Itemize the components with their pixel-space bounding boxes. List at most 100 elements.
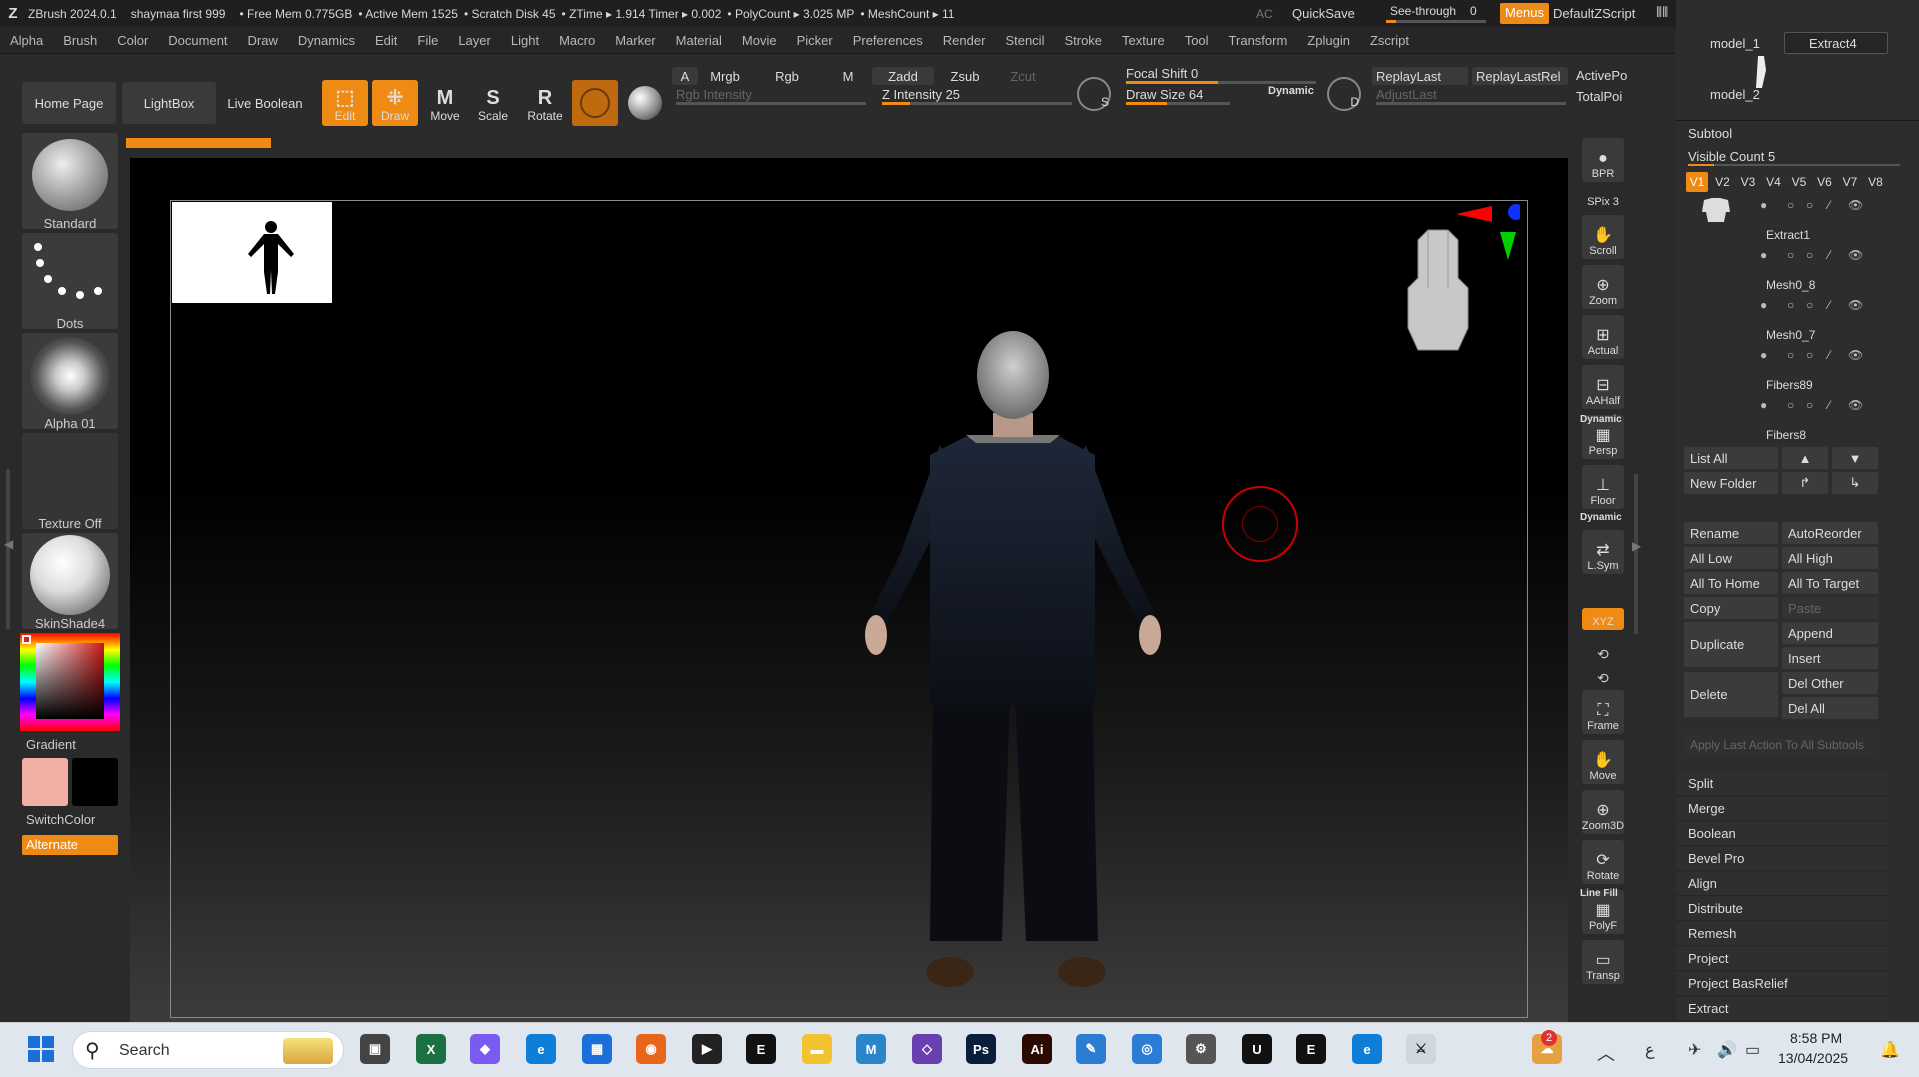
store-icon[interactable]: ▦ — [582, 1034, 612, 1064]
menu-item[interactable]: Marker — [605, 33, 665, 48]
quicksave-button[interactable]: QuickSave — [1292, 6, 1355, 21]
stroke-picker[interactable] — [22, 233, 118, 329]
section-header[interactable]: Boolean — [1676, 822, 1888, 846]
section-header[interactable]: Distribute — [1676, 897, 1888, 921]
move-button[interactable]: M Move — [422, 80, 468, 126]
maya-icon[interactable]: M — [856, 1034, 886, 1064]
apply-last-action-button[interactable]: Apply Last Action To All Subtools — [1684, 734, 1878, 756]
home-page-button[interactable]: Home Page — [22, 82, 116, 124]
all-low-button[interactable]: All Low — [1684, 547, 1778, 569]
visibility-toggle-icon[interactable]: ● — [1760, 348, 1767, 362]
adjust-last-slider[interactable] — [1376, 102, 1566, 105]
solo-icon[interactable]: ⁄ — [1828, 348, 1830, 362]
section-header[interactable]: Align — [1676, 872, 1888, 896]
eye-icon[interactable]: 👁 — [1848, 398, 1863, 412]
settings-icon[interactable]: ⚙ — [1186, 1034, 1216, 1064]
menu-item[interactable]: Zscript — [1360, 33, 1419, 48]
zcut-button[interactable]: Zcut — [998, 67, 1048, 85]
section-header[interactable]: Split — [1676, 772, 1888, 796]
model-1-thumb[interactable] — [1736, 0, 1786, 34]
chrome-icon[interactable]: ◎ — [1132, 1034, 1162, 1064]
task-view-icon[interactable]: ▣ — [360, 1034, 390, 1064]
lock-icon[interactable]: ○ — [1806, 198, 1813, 212]
shelf-button-floor[interactable]: ⊥ Floor — [1582, 465, 1624, 509]
subtool-item[interactable]: Fibers8 — [1766, 428, 1806, 442]
secondary-color-swatch[interactable] — [72, 758, 118, 806]
left-collapse-icon[interactable]: ◀ — [4, 537, 13, 551]
lock-icon[interactable]: ○ — [1806, 298, 1813, 312]
taskbar-search-box[interactable]: ⚲ Search — [72, 1031, 344, 1069]
live-boolean-button[interactable]: Live Boolean — [220, 82, 310, 124]
stroke-s-button[interactable]: S — [1072, 70, 1116, 114]
rgb-intensity-slider[interactable] — [676, 102, 866, 105]
stroke-d-button[interactable]: D — [1322, 70, 1366, 114]
solo-icon[interactable]: ⁄ — [1828, 198, 1830, 212]
solo-icon[interactable]: ⁄ — [1828, 298, 1830, 312]
menu-item[interactable]: Stencil — [995, 33, 1054, 48]
move-down-button[interactable]: ▼ — [1832, 447, 1878, 469]
subtool-item[interactable]: Fibers89 — [1766, 378, 1813, 392]
z-intensity-slider[interactable] — [882, 102, 1072, 105]
shelf-button-scroll[interactable]: ✋ Scroll — [1582, 215, 1624, 259]
replay-last-button[interactable]: ReplayLast — [1372, 67, 1468, 85]
draw-size-slider[interactable] — [1126, 102, 1230, 105]
brush-toggle-icon[interactable]: ○ — [1787, 198, 1794, 212]
visibility-toggle-icon[interactable]: ● — [1760, 398, 1767, 412]
section-header[interactable]: Extract — [1676, 997, 1888, 1021]
menu-item[interactable]: Light — [501, 33, 549, 48]
brush-picker[interactable] — [22, 133, 118, 229]
default-zscript-button[interactable]: DefaultZScript — [1553, 6, 1635, 21]
menu-item[interactable]: Stroke — [1054, 33, 1112, 48]
color-square[interactable] — [36, 643, 104, 719]
menu-item[interactable]: Layer — [448, 33, 501, 48]
lock-icon[interactable]: ○ — [1806, 348, 1813, 362]
shelf-button-xyz[interactable]: XYZ — [1582, 608, 1624, 630]
dynamic-toggle[interactable]: Dynamic — [1268, 85, 1314, 97]
version-tab[interactable]: V4 — [1763, 172, 1785, 192]
unreal-icon[interactable]: U — [1242, 1034, 1272, 1064]
paste-button[interactable]: Paste — [1782, 597, 1878, 619]
illustrator-icon[interactable]: Ai — [1022, 1034, 1052, 1064]
menu-item[interactable]: Dynamics — [288, 33, 365, 48]
rgb-button[interactable]: Rgb — [762, 67, 812, 85]
section-header[interactable]: Remesh — [1676, 922, 1888, 946]
scale-button[interactable]: S Scale — [470, 80, 516, 126]
shelf-button-zoom[interactable]: ⊕ Zoom — [1582, 265, 1624, 309]
material-picker[interactable] — [22, 533, 118, 629]
excel-icon[interactable]: X — [416, 1034, 446, 1064]
notification-icon[interactable]: 🔔 — [1880, 1040, 1900, 1060]
version-tab[interactable]: V7 — [1839, 172, 1861, 192]
menu-item[interactable]: Zplugin — [1297, 33, 1360, 48]
shelf-button-aahalf[interactable]: ⊟ AAHalf — [1582, 365, 1624, 409]
section-header[interactable]: Merge — [1676, 797, 1888, 821]
section-header[interactable]: Project BasRelief — [1676, 972, 1888, 996]
shelf-button-actual[interactable]: ⊞ Actual — [1582, 315, 1624, 359]
move-up-button[interactable]: ▲ — [1782, 447, 1828, 469]
brush-toggle-icon[interactable]: ○ — [1787, 248, 1794, 262]
copy-button[interactable]: Copy — [1684, 597, 1778, 619]
m-button[interactable]: M — [836, 67, 860, 85]
menu-item[interactable]: Draw — [238, 33, 288, 48]
menu-item[interactable]: Tool — [1175, 33, 1219, 48]
insert-button[interactable]: Insert — [1782, 647, 1878, 669]
menu-item[interactable]: Document — [158, 33, 237, 48]
orientation-head-icon[interactable] — [1398, 228, 1478, 362]
brush-toggle-icon[interactable]: ○ — [1787, 298, 1794, 312]
menu-item[interactable]: Movie — [732, 33, 787, 48]
menus-button[interactable]: Menus — [1500, 3, 1550, 24]
battery-icon[interactable]: ▭ — [1745, 1040, 1760, 1060]
lock-icon[interactable]: ○ — [1806, 398, 1813, 412]
a-button[interactable]: A — [672, 67, 698, 85]
shelf-button-zoom3d[interactable]: ⊕ Zoom3D — [1582, 790, 1624, 834]
file-explorer-icon[interactable]: ▬ — [802, 1034, 832, 1064]
delete-button[interactable]: Delete — [1684, 672, 1778, 717]
all-high-button[interactable]: All High — [1782, 547, 1878, 569]
draw-button[interactable]: ⁜ Draw — [372, 80, 418, 126]
zbrush-taskbar-icon[interactable]: ⚔ — [1406, 1034, 1436, 1064]
version-tab[interactable]: V3 — [1737, 172, 1759, 192]
edit-button[interactable]: ⬚ Edit — [322, 80, 368, 126]
chevron-up-icon[interactable]: ︿ — [1597, 1040, 1615, 1066]
brush-toggle-icon[interactable]: ○ — [1787, 348, 1794, 362]
copilot-icon[interactable]: ◆ — [470, 1034, 500, 1064]
section-header[interactable]: Bevel Pro — [1676, 847, 1888, 871]
